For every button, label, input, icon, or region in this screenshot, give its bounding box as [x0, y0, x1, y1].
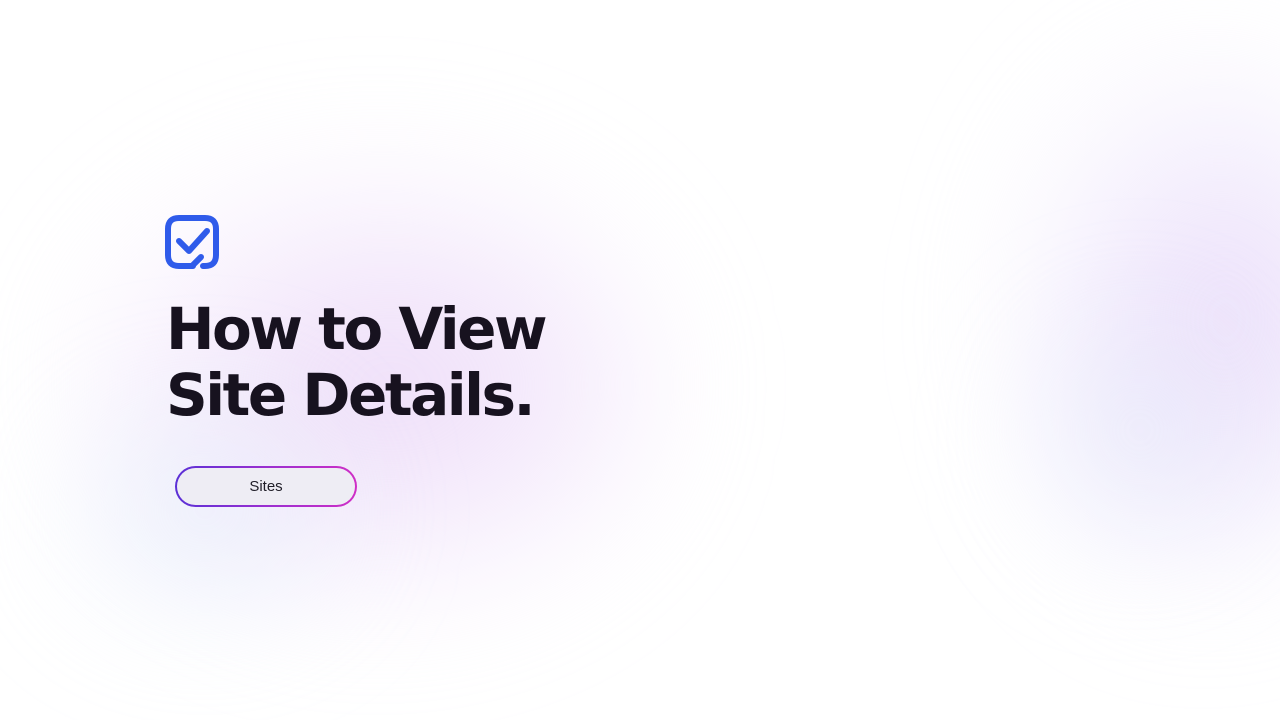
background-glow-right — [1000, 40, 1280, 600]
page-title: How to View Site Details. — [166, 295, 548, 429]
sites-tag-label: Sites — [177, 468, 355, 505]
background-glow-right-blue — [1020, 300, 1260, 560]
sites-tag-button[interactable]: Sites — [175, 466, 357, 507]
checkbox-check-icon — [163, 213, 221, 271]
title-line-1: How to View — [166, 295, 548, 363]
title-line-2: Site Details. — [166, 361, 536, 429]
slide-canvas: How to View Site Details. Sites — [0, 0, 1280, 720]
